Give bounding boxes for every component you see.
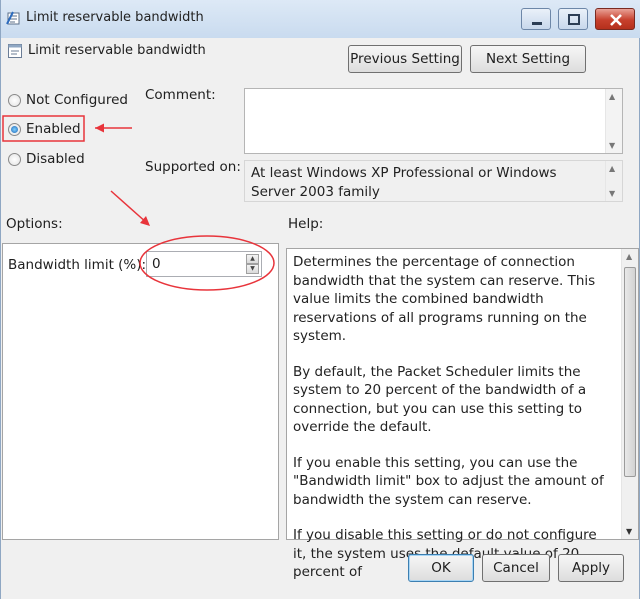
scroll-down-icon[interactable]: ▼ — [609, 141, 615, 150]
apply-button[interactable]: Apply — [558, 554, 624, 582]
maximize-button[interactable] — [558, 8, 588, 30]
spin-buttons: ▲ ▼ — [246, 254, 259, 274]
radio-not-configured-circle[interactable] — [8, 93, 21, 107]
radio-disabled-label: Disabled — [26, 151, 85, 167]
bandwidth-limit-spinbox[interactable]: 0 ▲ ▼ — [146, 251, 262, 277]
options-label: Options: — [6, 216, 63, 232]
radio-enabled-circle[interactable] — [8, 122, 21, 136]
policy-app-icon — [6, 11, 20, 25]
radio-not-configured-label: Not Configured — [26, 92, 128, 108]
close-button[interactable] — [595, 8, 635, 30]
scroll-up-icon[interactable]: ▲ — [609, 92, 615, 101]
comment-scrollbar[interactable]: ▲ ▼ — [605, 89, 622, 153]
title-bar[interactable]: Limit reservable bandwidth — [1, 0, 640, 38]
minimize-button[interactable] — [521, 8, 551, 30]
radio-enabled[interactable]: Enabled — [8, 120, 81, 138]
cancel-button[interactable]: Cancel — [482, 554, 550, 582]
ok-button[interactable]: OK — [408, 554, 474, 582]
supported-on-label: Supported on: — [145, 159, 241, 175]
options-panel — [2, 243, 279, 540]
supported-scrollbar[interactable]: ▲ ▼ — [605, 161, 622, 201]
scroll-up-icon[interactable]: ▲ — [626, 252, 632, 261]
help-scrollbar[interactable]: ▲ ▼ — [621, 249, 638, 539]
supported-on-box: At least Windows XP Professional or Wind… — [244, 160, 623, 202]
previous-setting-button[interactable]: Previous Setting — [348, 45, 462, 73]
help-panel: Determines the percentage of connection … — [286, 248, 639, 580]
bandwidth-limit-value[interactable]: 0 — [152, 256, 161, 272]
setting-title: Limit reservable bandwidth — [28, 43, 206, 58]
scroll-down-icon[interactable]: ▼ — [609, 189, 615, 198]
supported-on-value: At least Windows XP Professional or Wind… — [251, 165, 557, 200]
spin-down-icon[interactable]: ▼ — [246, 264, 259, 274]
scroll-down-icon[interactable]: ▼ — [626, 527, 632, 536]
enabled-arrow-icon — [95, 123, 132, 133]
policy-setting-dialog: Limit reservable bandwidth Limit reserva… — [0, 0, 640, 599]
radio-enabled-label: Enabled — [26, 121, 81, 137]
radio-disabled[interactable]: Disabled — [8, 150, 85, 168]
window-title: Limit reservable bandwidth — [26, 10, 204, 25]
radio-not-configured[interactable]: Not Configured — [8, 91, 128, 109]
help-label: Help: — [288, 216, 324, 232]
help-text: Determines the percentage of connection … — [293, 253, 609, 599]
help-paragraph: If you enable this setting, you can use … — [293, 454, 604, 508]
minimize-icon — [532, 22, 542, 25]
comment-textarea[interactable]: ▲ ▼ — [244, 88, 623, 154]
comment-label: Comment: — [145, 87, 216, 103]
bandwidth-limit-label: Bandwidth limit (%): — [8, 257, 147, 273]
scroll-up-icon[interactable]: ▲ — [609, 164, 615, 173]
help-paragraph: By default, the Packet Scheduler limits … — [293, 363, 587, 436]
maximize-icon — [568, 14, 580, 25]
spinbox-arrow-icon — [110, 190, 150, 226]
scroll-thumb[interactable] — [624, 267, 636, 477]
next-setting-button[interactable]: Next Setting — [470, 45, 586, 73]
setting-icon — [8, 44, 22, 58]
radio-disabled-circle[interactable] — [8, 152, 21, 166]
help-paragraph: Determines the percentage of connection … — [293, 254, 596, 344]
spin-up-icon[interactable]: ▲ — [246, 254, 259, 264]
close-icon — [610, 14, 622, 26]
